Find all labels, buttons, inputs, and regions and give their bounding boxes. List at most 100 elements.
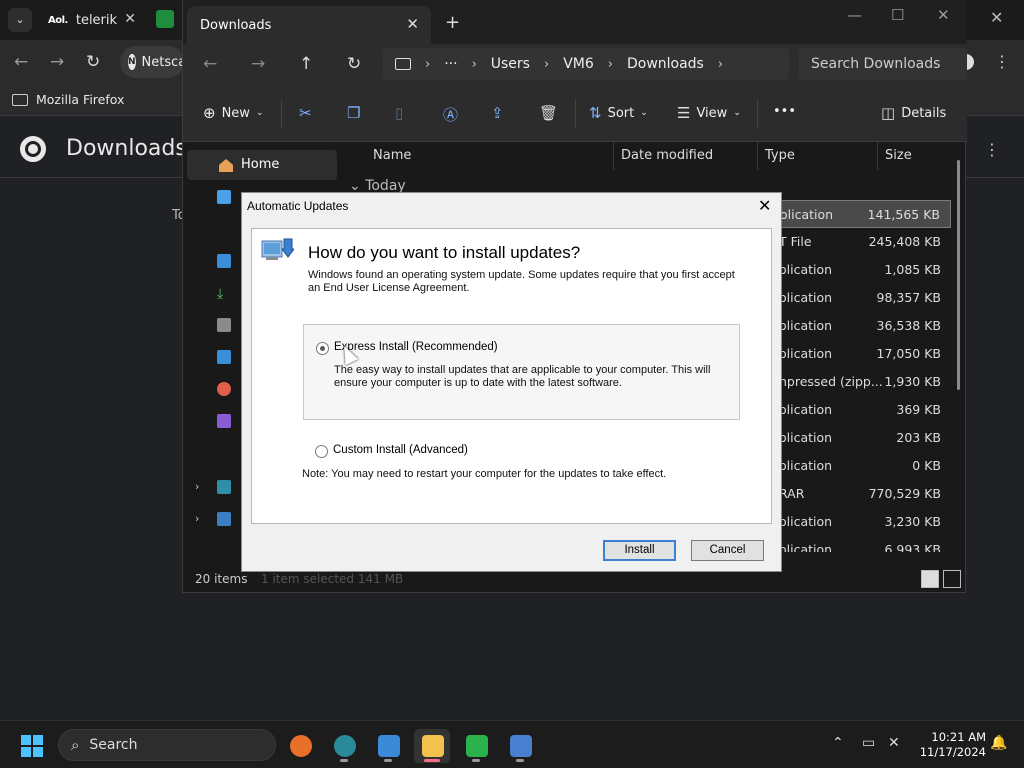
chrome-tab-favicon-icon[interactable] (156, 10, 174, 28)
table-row[interactable]: RAR 770,529 KB (773, 480, 951, 508)
table-row[interactable]: olication 203 KB (773, 424, 951, 452)
more-button[interactable]: ••• (773, 104, 796, 119)
column-type[interactable]: Type (765, 148, 795, 163)
up-arrow-icon[interactable]: ↑ (299, 54, 313, 74)
music-icon[interactable] (217, 382, 231, 396)
table-row[interactable]: npressed (zipp... 1,930 KB (773, 368, 951, 396)
forward-arrow-icon[interactable]: → (251, 54, 265, 74)
minimize-icon[interactable]: — (847, 6, 862, 24)
taskbar-firefox[interactable] (282, 729, 318, 763)
breadcrumb-ellipsis[interactable]: ··· (444, 56, 457, 72)
close-icon[interactable]: ✕ (758, 196, 771, 216)
express-install-label[interactable]: Express Install (Recommended) (334, 341, 498, 353)
custom-install-radio[interactable] (315, 445, 328, 458)
chrome-tab-telerik[interactable]: Aol. telerik ✕ (40, 4, 146, 36)
start-button[interactable] (21, 735, 43, 757)
install-button[interactable]: Install (603, 540, 676, 561)
taskbar-photos[interactable] (370, 729, 406, 763)
copy-button[interactable]: ❐ (347, 104, 360, 122)
reload-icon[interactable]: ↻ (86, 52, 100, 72)
table-row[interactable]: olication 6,993 KB (773, 536, 951, 552)
chevron-up-icon[interactable]: ⌃ (832, 735, 844, 751)
sort-button[interactable]: ⇅ Sort ⌄ (589, 104, 648, 122)
desktop-icon[interactable] (217, 254, 231, 268)
table-row[interactable]: olication 1,085 KB (773, 256, 951, 284)
tiles-view-icon[interactable] (943, 570, 961, 588)
gallery-icon[interactable] (217, 190, 231, 204)
breadcrumb-users[interactable]: Users (491, 56, 530, 72)
more-options-icon[interactable]: ⋮ (984, 140, 1000, 159)
documents-icon[interactable] (217, 318, 231, 332)
explorer-tab-downloads[interactable]: Downloads ✕ (187, 6, 431, 44)
search-input[interactable]: Search Downloads (799, 48, 967, 80)
table-row[interactable]: olication 3,230 KB (773, 508, 951, 536)
download-icon[interactable]: ⤓ (217, 286, 231, 302)
bookmark-mozilla-firefox[interactable]: Mozilla Firefox (12, 92, 124, 107)
breadcrumb-vm6[interactable]: VM6 (563, 56, 594, 72)
divider[interactable] (613, 142, 614, 170)
taskbar-app-f[interactable] (458, 729, 494, 763)
refresh-icon[interactable]: ↻ (347, 54, 361, 74)
taskbar-netscape[interactable] (326, 729, 362, 763)
cut-button[interactable]: ✂ (299, 104, 312, 122)
volume-muted-icon[interactable]: ✕ (888, 735, 900, 751)
scrollbar[interactable] (957, 160, 960, 390)
table-row[interactable]: olication 36,538 KB (773, 312, 951, 340)
details-button[interactable]: ◫ Details (881, 104, 946, 122)
table-row[interactable]: olication 98,357 KB (773, 284, 951, 312)
close-icon[interactable]: ✕ (406, 15, 419, 33)
taskbar-search[interactable]: ⌕ Search (58, 729, 276, 761)
column-size[interactable]: Size (885, 148, 912, 163)
close-icon[interactable]: ✕ (124, 11, 136, 27)
chrome-menu-icon[interactable]: ⋮ (994, 52, 1010, 71)
table-row[interactable]: T File 245,408 KB (773, 228, 951, 256)
new-button[interactable]: ⊕ New ⌄ (203, 104, 263, 122)
divider[interactable] (757, 142, 758, 170)
tab-list-chevron-icon[interactable]: ⌄ (8, 8, 32, 32)
chevron-right-icon[interactable]: › (195, 512, 199, 525)
nav-item-home[interactable]: Home (187, 150, 337, 180)
table-row[interactable]: olication 141,565 KB (773, 200, 951, 228)
column-name[interactable]: Name (373, 148, 411, 163)
divider[interactable] (877, 142, 878, 170)
address-bar[interactable]: › ··· › Users › VM6 › Downloads › (383, 48, 789, 80)
back-arrow-icon[interactable]: ← (203, 54, 217, 74)
row-type: olication (779, 346, 833, 361)
network-icon[interactable]: ▭ (862, 735, 875, 751)
network-icon[interactable] (217, 512, 231, 526)
this-pc-icon[interactable] (217, 480, 231, 494)
back-arrow-icon[interactable]: ← (14, 52, 28, 72)
view-button[interactable]: ☰ View ⌄ (677, 104, 741, 122)
notification-bell-icon[interactable]: 🔔 (990, 735, 1007, 751)
new-tab-plus-icon[interactable]: + (445, 12, 460, 33)
omnibox[interactable]: N Netsca (120, 46, 186, 78)
details-view-icon[interactable] (921, 570, 939, 588)
window-close-icon[interactable]: ✕ (937, 6, 950, 24)
cancel-button[interactable]: Cancel (691, 540, 764, 561)
delete-button[interactable]: 🗑 (539, 104, 558, 122)
custom-install-label[interactable]: Custom Install (Advanced) (333, 444, 468, 456)
videos-icon[interactable] (217, 414, 231, 428)
table-row[interactable]: olication 17,050 KB (773, 340, 951, 368)
share-button[interactable]: ⇪ (491, 104, 504, 122)
pictures-icon[interactable] (217, 350, 231, 364)
bookmark-label: Mozilla Firefox (36, 92, 125, 107)
maximize-icon[interactable]: ☐ (891, 6, 904, 24)
forward-arrow-icon[interactable]: → (50, 52, 64, 72)
clock[interactable]: 10:21 AM 11/17/2024 (914, 730, 986, 760)
column-date-modified[interactable]: Date modified (621, 148, 713, 163)
netscape-icon (334, 735, 356, 757)
row-type: olication (779, 262, 833, 277)
express-install-radio[interactable] (316, 342, 329, 355)
taskbar-file-explorer[interactable] (414, 729, 450, 763)
breadcrumb-downloads[interactable]: Downloads (627, 56, 704, 72)
paste-button[interactable]: ▯ (395, 104, 403, 122)
taskbar-windows-update[interactable] (502, 729, 538, 763)
express-install-option[interactable]: Express Install (Recommended) The easy w… (303, 324, 740, 420)
window-close-icon[interactable]: ✕ (990, 8, 1003, 27)
table-row[interactable]: olication 0 KB (773, 452, 951, 480)
chevron-right-icon[interactable]: › (195, 480, 199, 493)
row-type: olication (779, 318, 833, 333)
table-row[interactable]: olication 369 KB (773, 396, 951, 424)
rename-button[interactable]: Ⓐ (443, 104, 458, 125)
